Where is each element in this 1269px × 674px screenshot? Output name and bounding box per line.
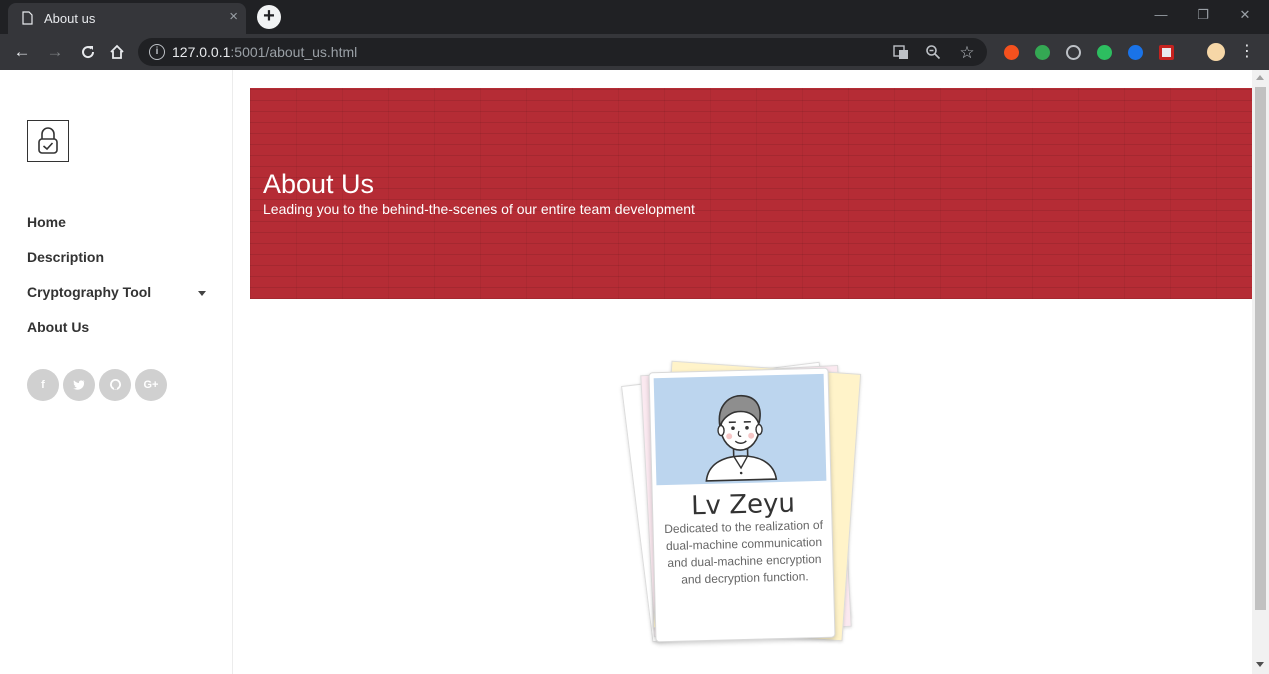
chevron-down-icon[interactable] <box>198 291 206 296</box>
site-info-icon[interactable]: i <box>149 44 165 60</box>
minimize-button[interactable]: — <box>1140 0 1182 30</box>
new-tab-button[interactable]: + <box>257 5 281 29</box>
browser-tabstrip: About us × + — ❐ ✕ <box>0 0 1269 34</box>
back-icon[interactable]: ← <box>11 41 33 63</box>
url-host: 127.0.0.1 <box>172 44 231 60</box>
male-avatar-icon <box>705 395 778 482</box>
team-member-card[interactable]: Lv Zeyu Dedicated to the realization of … <box>648 367 836 643</box>
scroll-up-arrow-icon[interactable] <box>1256 75 1264 80</box>
facebook-icon[interactable]: f <box>27 369 59 401</box>
page-subtitle: Leading you to the behind-the-scenes of … <box>263 201 695 217</box>
menu-kebab-icon[interactable]: ⋮ <box>1236 41 1258 63</box>
extension-c-icon[interactable] <box>1066 45 1081 60</box>
google-plus-icon[interactable]: G+ <box>135 369 167 401</box>
scroll-down-arrow-icon[interactable] <box>1256 662 1264 667</box>
page-title: About Us <box>263 169 375 199</box>
reload-icon[interactable] <box>77 41 99 63</box>
team-member-bio: Dedicated to the realization of dual-mac… <box>664 517 824 587</box>
lock-check-logo[interactable] <box>27 120 69 162</box>
sidebar: Home Description Cryptography Tool About… <box>0 70 233 674</box>
restore-button[interactable]: ❐ <box>1182 0 1224 30</box>
close-window-button[interactable]: ✕ <box>1224 0 1266 30</box>
translate-icon[interactable] <box>892 44 910 62</box>
zoom-icon[interactable] <box>924 44 942 62</box>
avatar <box>653 373 827 486</box>
extension-infinity-icon[interactable] <box>1004 45 1019 60</box>
nav-home[interactable]: Home <box>27 214 66 230</box>
bookmark-star-icon[interactable]: ☆ <box>958 44 976 62</box>
page-scrollbar[interactable] <box>1252 70 1269 674</box>
pocket-icon[interactable] <box>1159 45 1174 60</box>
tab-close-icon[interactable]: × <box>229 8 238 25</box>
nav-cryptography-tool[interactable]: Cryptography Tool <box>27 284 151 300</box>
lock-icon <box>38 127 58 154</box>
profile-avatar[interactable] <box>1207 43 1225 61</box>
tab-title: About us <box>44 11 96 26</box>
url-path: :5001/about_us.html <box>230 44 358 60</box>
page-content: Home Description Cryptography Tool About… <box>0 70 1252 674</box>
github-icon[interactable] <box>99 369 131 401</box>
browser-toolbar: ← → i 127.0.0.1:5001/about_us.html ☆ ⋮ <box>0 34 1269 70</box>
nav-about-us[interactable]: About Us <box>27 319 89 335</box>
home-icon[interactable] <box>106 41 128 63</box>
page-icon <box>22 11 33 25</box>
address-bar[interactable]: i 127.0.0.1:5001/about_us.html ☆ <box>138 38 987 66</box>
url-text: 127.0.0.1:5001/about_us.html <box>172 44 357 60</box>
extension-shield-icon[interactable] <box>1035 45 1050 60</box>
browser-tab[interactable]: About us × <box>8 3 246 34</box>
scrollbar-thumb[interactable] <box>1255 87 1266 610</box>
evernote-icon[interactable] <box>1097 45 1112 60</box>
forward-icon[interactable]: → <box>44 41 66 63</box>
nav-description[interactable]: Description <box>27 249 104 265</box>
extension-puzzle-icon[interactable] <box>1128 45 1143 60</box>
hero-banner: About Us Leading you to the behind-the-s… <box>250 88 1252 299</box>
twitter-icon[interactable] <box>63 369 95 401</box>
